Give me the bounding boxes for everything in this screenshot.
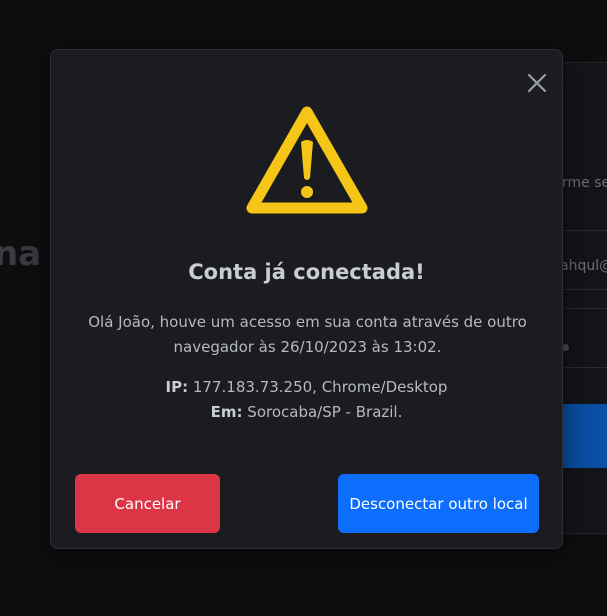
- close-icon[interactable]: [526, 72, 548, 94]
- session-info: IP: 177.183.73.250, Chrome/Desktop Em: S…: [51, 375, 562, 425]
- background-email-value: ahqul@: [560, 258, 607, 274]
- page: na c rme se ahqul@ Conta já conectada! O…: [0, 0, 607, 616]
- location-label: Em:: [210, 403, 243, 421]
- ip-value: 177.183.73.250, Chrome/Desktop: [192, 378, 448, 396]
- modal-title: Conta já conectada!: [188, 260, 425, 284]
- ip-label: IP:: [165, 378, 189, 396]
- cancel-button[interactable]: Cancelar: [75, 474, 220, 533]
- disconnect-other-location-button[interactable]: Desconectar outro local: [338, 474, 539, 533]
- background-label: rme se: [562, 175, 607, 191]
- location-line: Em: Sorocaba/SP - Brazil.: [51, 400, 562, 425]
- warning-triangle-icon: [246, 106, 368, 214]
- ip-line: IP: 177.183.73.250, Chrome/Desktop: [51, 375, 562, 400]
- session-conflict-modal: Conta já conectada! Olá João, houve um a…: [50, 49, 563, 549]
- modal-message: Olá João, houve um acesso em sua conta a…: [88, 313, 527, 356]
- background-password-dot: [562, 344, 569, 351]
- location-value: Sorocaba/SP - Brazil.: [247, 403, 403, 421]
